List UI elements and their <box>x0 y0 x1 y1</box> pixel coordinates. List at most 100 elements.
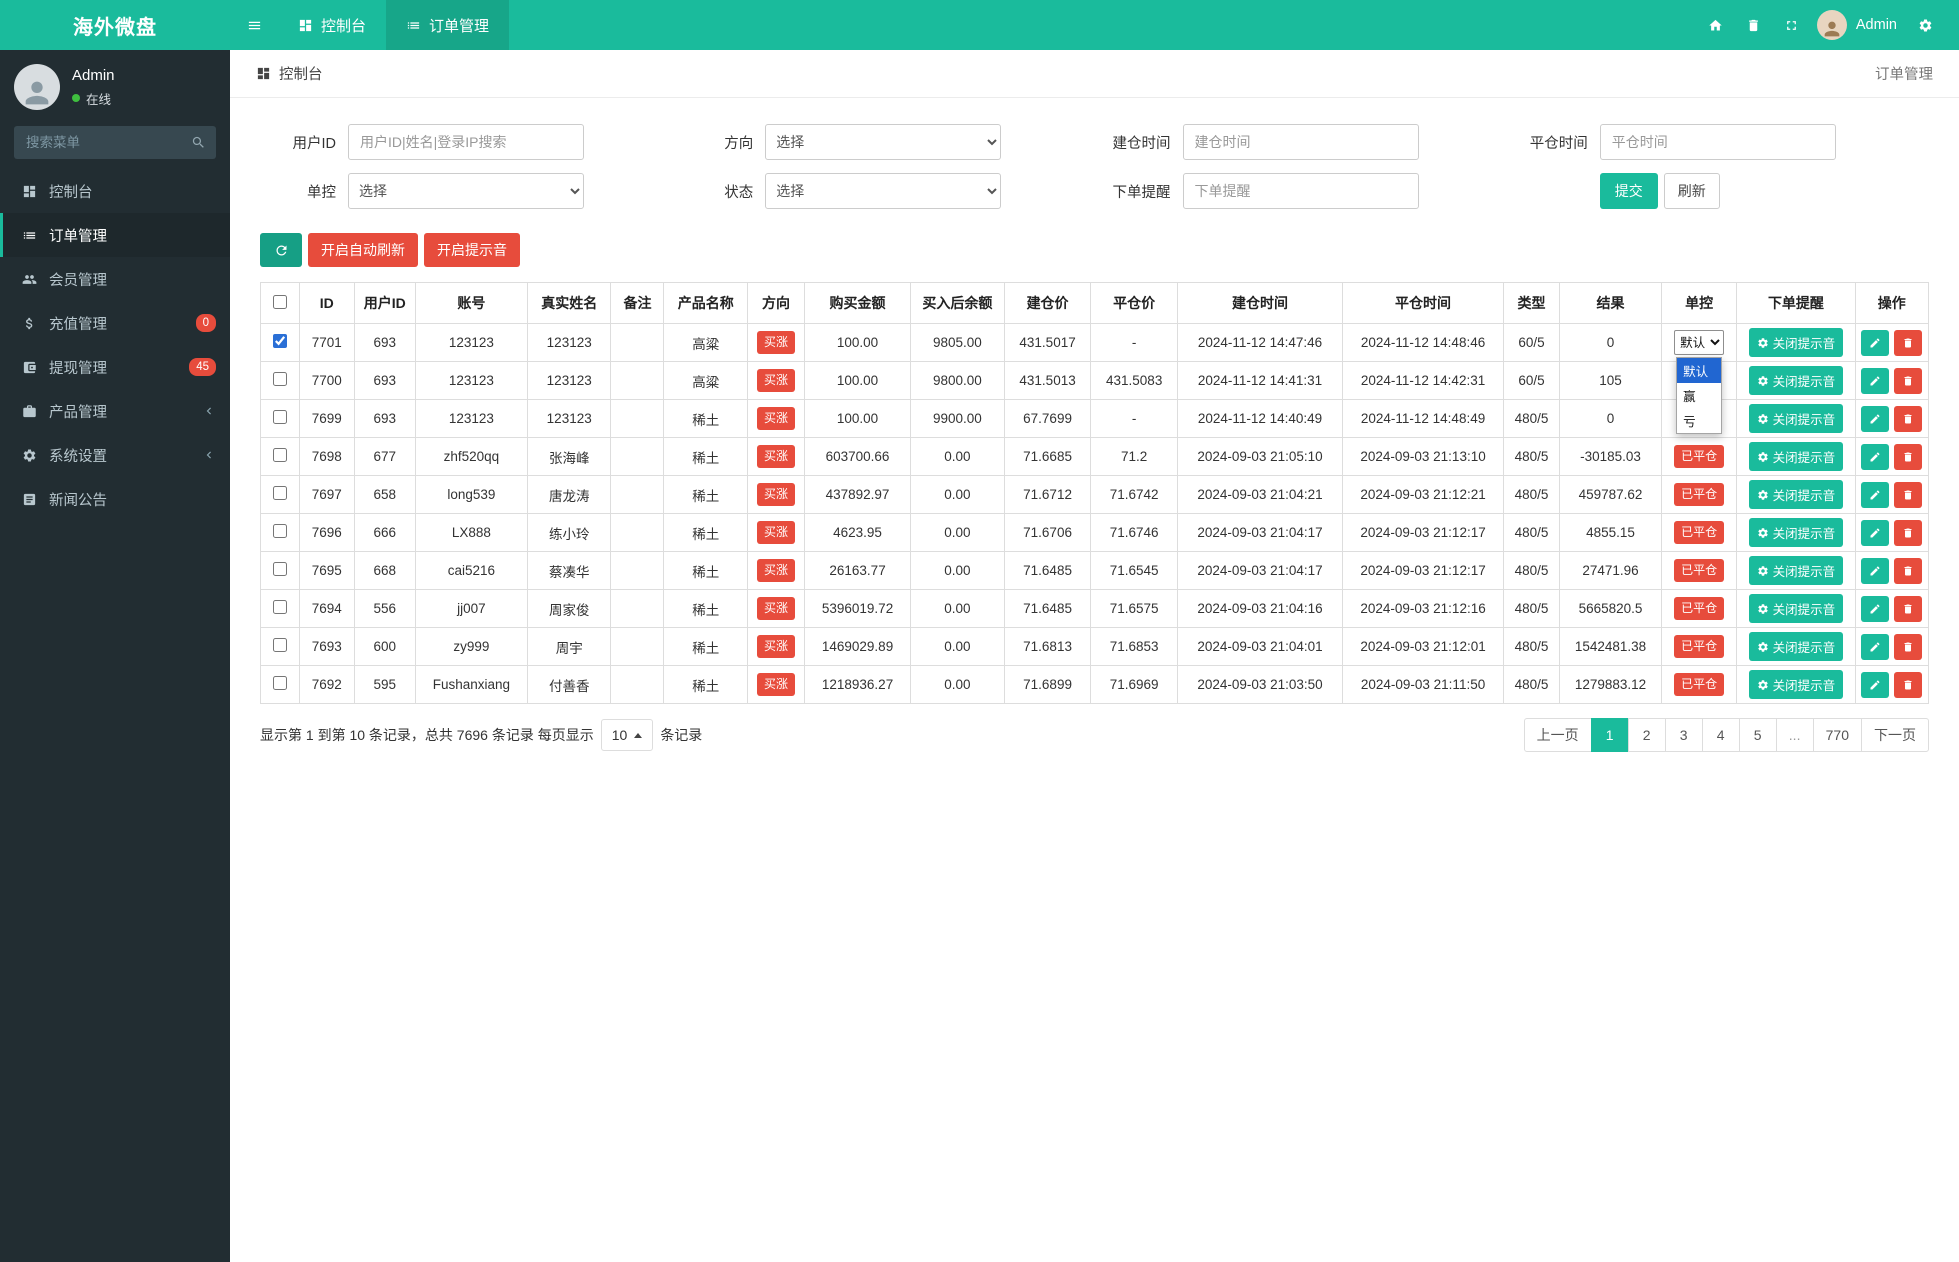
control-filter-select[interactable]: 选择 <box>348 173 584 209</box>
user-id-input[interactable] <box>348 124 584 160</box>
sidebar-item-recharge[interactable]: 充值管理 0 <box>0 301 230 345</box>
delete-button[interactable] <box>1894 633 1923 660</box>
prev-page-button[interactable]: 上一页 <box>1523 718 1592 752</box>
close-time-input[interactable] <box>1599 124 1836 160</box>
close-sound-button[interactable]: 关闭提示音 <box>1748 518 1844 547</box>
delete-button[interactable] <box>1894 595 1923 622</box>
layout: Admin 在线 控制台订单管理会员管理充值管理0提现管理45产品管理系统设置新… <box>0 50 1959 1262</box>
cell-real_name: 张海峰 <box>526 437 612 476</box>
settings-button[interactable] <box>1907 0 1943 50</box>
control-option[interactable]: 赢 <box>1677 383 1722 408</box>
edit-button[interactable] <box>1861 329 1890 356</box>
close-sound-button[interactable]: 关闭提示音 <box>1748 404 1844 433</box>
control-option[interactable]: 亏 <box>1677 408 1722 433</box>
edit-button[interactable] <box>1861 367 1890 394</box>
page-button[interactable]: 4 <box>1701 718 1740 752</box>
page-button[interactable]: 770 <box>1812 718 1862 752</box>
page-button[interactable]: 2 <box>1627 718 1666 752</box>
menu-search-button[interactable] <box>180 126 216 159</box>
direction-select[interactable]: 选择 <box>765 124 1002 160</box>
cell-actions <box>1854 475 1930 514</box>
delete-button[interactable] <box>1894 405 1923 432</box>
edit-button[interactable] <box>1861 633 1890 660</box>
cell-real_name: 周宇 <box>526 627 612 666</box>
sidebar-item-news[interactable]: 新闻公告 <box>0 477 230 521</box>
cell-direction: 买涨 <box>747 399 806 438</box>
select-all-checkbox[interactable] <box>272 294 287 309</box>
row-checkbox[interactable] <box>272 448 287 462</box>
topbar: 海外微盘 控制台 订单管理 Admin <box>0 0 1959 50</box>
page-size-select[interactable]: 10 <box>600 719 654 751</box>
close-sound-button[interactable]: 关闭提示音 <box>1748 556 1844 585</box>
sidebar-item-console[interactable]: 控制台 <box>0 169 230 213</box>
order-notice-input[interactable] <box>1182 173 1419 209</box>
user-avatar[interactable] <box>1816 10 1847 40</box>
filter-direction: 方向 选择 <box>677 124 1094 160</box>
cell-close_price: 71.6969 <box>1090 665 1178 704</box>
close-sound-button[interactable]: 关闭提示音 <box>1748 632 1844 661</box>
row-checkbox[interactable] <box>272 334 287 348</box>
open-time-input[interactable] <box>1182 124 1419 160</box>
page-button[interactable]: 1 <box>1590 718 1629 752</box>
close-sound-button[interactable]: 关闭提示音 <box>1748 442 1844 471</box>
home-button[interactable] <box>1698 0 1734 50</box>
pencil-icon <box>1870 603 1880 613</box>
close-sound-button[interactable]: 关闭提示音 <box>1748 594 1844 623</box>
topbar-tab-console[interactable]: 控制台 <box>278 0 386 50</box>
close-sound-button[interactable]: 关闭提示音 <box>1748 328 1844 357</box>
row-checkbox[interactable] <box>272 410 287 424</box>
delete-button[interactable] <box>1894 481 1923 508</box>
delete-button[interactable] <box>1894 671 1923 698</box>
edit-button[interactable] <box>1861 405 1890 432</box>
person-icon <box>1824 21 1840 37</box>
table-refresh-button[interactable] <box>260 233 302 267</box>
next-page-button[interactable]: 下一页 <box>1861 718 1929 752</box>
status-select[interactable]: 选择 <box>765 173 1002 209</box>
submit-button[interactable]: 提交 <box>1599 173 1658 209</box>
cell-sound: 关闭提示音 <box>1736 475 1856 514</box>
cell-account: zy999 <box>414 627 528 666</box>
menu-search-input[interactable] <box>14 126 180 159</box>
edit-button[interactable] <box>1861 519 1890 546</box>
sidebar-item-products[interactable]: 产品管理 <box>0 389 230 433</box>
row-checkbox[interactable] <box>272 486 287 500</box>
sidebar-toggle-button[interactable] <box>230 0 278 50</box>
row-checkbox[interactable] <box>272 562 287 576</box>
page-button[interactable]: 5 <box>1738 718 1777 752</box>
topbar-tab-orders[interactable]: 订单管理 <box>386 0 510 50</box>
edit-button[interactable] <box>1861 595 1890 622</box>
page-button[interactable]: 3 <box>1664 718 1703 752</box>
auto-refresh-button[interactable]: 开启自动刷新 <box>308 233 418 267</box>
row-checkbox[interactable] <box>272 524 287 538</box>
delete-button[interactable] <box>1894 367 1923 394</box>
sidebar-item-badge: 45 <box>189 357 216 377</box>
sidebar: Admin 在线 控制台订单管理会员管理充值管理 0 提现管理 45 产品管理系统设置新… <box>0 50 230 1262</box>
sound-toggle-button[interactable]: 开启提示音 <box>424 233 520 267</box>
sidebar-item-withdraw[interactable]: 提现管理 45 <box>0 345 230 389</box>
edit-button[interactable] <box>1861 671 1890 698</box>
delete-button[interactable] <box>1894 443 1923 470</box>
control-option[interactable]: 默认 <box>1677 358 1722 383</box>
trash-button[interactable] <box>1736 0 1772 50</box>
fullscreen-button[interactable] <box>1774 0 1810 50</box>
delete-button[interactable] <box>1894 557 1923 584</box>
delete-button[interactable] <box>1894 519 1923 546</box>
wallet-icon <box>20 360 39 375</box>
sidebar-item-orders[interactable]: 订单管理 <box>0 213 230 257</box>
edit-button[interactable] <box>1861 481 1890 508</box>
close-sound-button[interactable]: 关闭提示音 <box>1748 480 1844 509</box>
row-checkbox[interactable] <box>272 600 287 614</box>
sidebar-item-settings[interactable]: 系统设置 <box>0 433 230 477</box>
edit-button[interactable] <box>1861 443 1890 470</box>
row-checkbox[interactable] <box>272 676 287 690</box>
control-select[interactable]: 默认 <box>1674 330 1725 355</box>
close-sound-button[interactable]: 关闭提示音 <box>1748 366 1844 395</box>
row-checkbox[interactable] <box>272 638 287 652</box>
online-dot-icon <box>72 94 80 102</box>
row-checkbox[interactable] <box>272 372 287 386</box>
sidebar-item-members[interactable]: 会员管理 <box>0 257 230 301</box>
delete-button[interactable] <box>1894 329 1923 356</box>
close-sound-button[interactable]: 关闭提示音 <box>1748 670 1844 699</box>
edit-button[interactable] <box>1861 557 1890 584</box>
refresh-filter-button[interactable]: 刷新 <box>1663 173 1720 209</box>
